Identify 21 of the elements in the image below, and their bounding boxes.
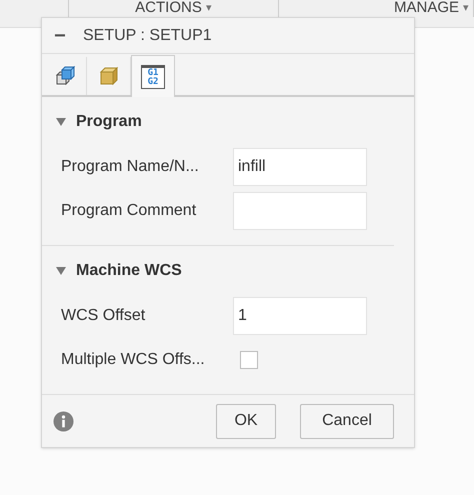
collapse-button[interactable]: − [42, 20, 78, 50]
cube-icon [98, 65, 120, 87]
dialog-title: SETUP : SETUP1 [83, 26, 212, 46]
expand-triangle-icon[interactable] [56, 118, 66, 126]
code-window-icon: G1 G2 [141, 64, 165, 88]
field-label: WCS Offset [61, 306, 146, 326]
expand-triangle-icon[interactable] [56, 267, 66, 275]
info-icon[interactable] [53, 410, 74, 432]
dialog-button[interactable]: OK [216, 404, 276, 438]
field-label: Program Name/N... [61, 157, 200, 177]
checkbox[interactable] [240, 351, 258, 369]
section-title: Machine WCS [76, 261, 182, 281]
field-label: Multiple WCS Offs... [61, 350, 206, 370]
cubes-icon [54, 65, 76, 87]
tab[interactable]: G1 G2 [131, 55, 175, 97]
text-field[interactable]: 1 [233, 297, 367, 335]
dialog-button[interactable]: Cancel [300, 404, 394, 438]
text-field[interactable] [233, 192, 367, 230]
text-field[interactable]: infill [233, 148, 367, 186]
section-title: Program [76, 112, 142, 132]
field-label: Program Comment [61, 201, 198, 221]
